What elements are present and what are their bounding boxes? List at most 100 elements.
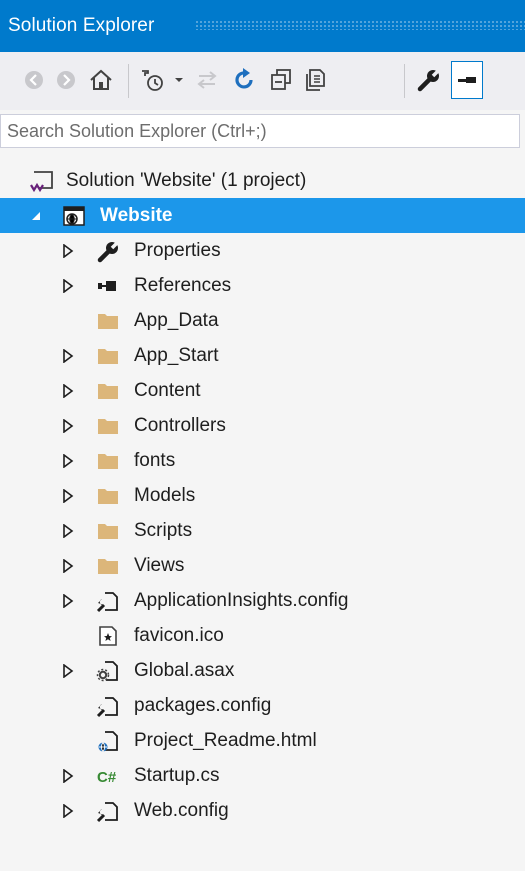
tree-item[interactable]: Project_Readme.html [0,723,525,758]
collapsed-arrow-icon[interactable] [62,349,74,363]
html-file-icon [98,731,118,752]
tree-item-label: Views [134,555,185,576]
tree-item[interactable]: C# Startup.cs [0,758,525,793]
wrench-icon [97,240,120,263]
tree-item-label: Startup.cs [134,765,220,786]
wrench-icon [417,68,441,92]
tree-item-label: Global.asax [134,660,235,681]
preview-selected-items-button[interactable] [451,61,483,99]
toolbar [0,52,525,110]
collapsed-arrow-icon[interactable] [62,769,74,783]
folder-icon [98,419,118,434]
chevron-down-icon [175,78,183,82]
tree-item-label: Controllers [134,415,226,436]
csharp-file-icon: C# [97,769,117,786]
folder-icon [98,489,118,504]
expanded-arrow-icon[interactable] [30,210,42,222]
tree-item[interactable]: packages.config [0,688,525,723]
tree-item-label: ApplicationInsights.config [134,590,349,611]
search-input[interactable] [1,115,519,147]
collapsed-arrow-icon[interactable] [62,419,74,433]
tree-item-label: Content [134,380,201,401]
tree-item-label: Properties [134,240,221,261]
global-asax-icon [96,661,118,682]
sync-with-active-document-button[interactable] [190,60,224,100]
tree-item-label: App_Data [134,310,219,331]
project-node-website[interactable]: Website [0,198,525,233]
collapsed-arrow-icon[interactable] [62,489,74,503]
collapse-all-button[interactable] [264,60,298,100]
tree-item-label: Scripts [134,520,193,541]
tree-item[interactable]: favicon.ico [0,618,525,653]
clock-filter-icon [142,70,163,91]
config-file-icon [96,802,118,823]
tree-item[interactable]: Models [0,478,525,513]
pending-changes-filter-button[interactable] [136,60,170,100]
circle-forward-icon [57,71,75,89]
search-box [0,114,520,148]
folder-icon [98,314,118,329]
toolbar-separator [404,64,405,98]
collapsed-arrow-icon[interactable] [62,804,74,818]
back-button[interactable] [20,60,48,100]
collapsed-arrow-icon[interactable] [62,454,74,468]
tree-item[interactable]: Content [0,373,525,408]
web-project-icon [63,206,85,226]
config-file-icon [96,697,118,718]
collapsed-arrow-icon[interactable] [62,279,74,293]
collapsed-arrow-icon[interactable] [62,524,74,538]
collapse-all-icon [271,69,291,90]
tree-item-label: packages.config [134,695,272,716]
refresh-button[interactable] [228,60,262,100]
references-icon [98,281,116,291]
solution-label: Solution 'Website' (1 project) [66,170,307,191]
collapsed-arrow-icon[interactable] [62,244,74,258]
tree-item-label: References [134,275,232,296]
preview-icon [458,77,476,83]
tree-item[interactable]: fonts [0,443,525,478]
tree-item-label: App_Start [134,345,219,366]
solution-node[interactable]: Solution 'Website' (1 project) [0,163,525,198]
tree-item[interactable]: Web.config [0,793,525,828]
tree-item-label: fonts [134,450,176,471]
collapsed-arrow-icon[interactable] [62,664,74,678]
tree-item[interactable]: Scripts [0,513,525,548]
svg-text:C#: C# [97,769,117,786]
refresh-icon [235,68,253,89]
tree-item[interactable]: Properties [0,233,525,268]
solution-icon [30,171,53,193]
project-label: Website [100,205,173,226]
icon-file-icon [99,626,117,646]
tree-item[interactable]: ApplicationInsights.config [0,583,525,618]
tree-item[interactable]: App_Start [0,338,525,373]
show-all-files-icon [306,69,325,91]
circle-back-icon [25,71,43,89]
tree-item[interactable]: Controllers [0,408,525,443]
config-file-icon [96,592,118,613]
forward-button[interactable] [52,60,80,100]
home-icon [90,69,112,90]
title-bar: Solution Explorer [0,0,525,52]
folder-icon [98,524,118,539]
collapsed-arrow-icon[interactable] [62,384,74,398]
tree-item[interactable]: Global.asax [0,653,525,688]
tree-item[interactable]: App_Data [0,303,525,338]
folder-icon [98,559,118,574]
title-bar-grip[interactable] [195,20,525,30]
folder-icon [98,384,118,399]
tree-item-label: favicon.ico [134,625,224,646]
folder-icon [98,454,118,469]
show-all-files-button[interactable] [300,60,334,100]
pending-changes-dropdown[interactable] [172,60,186,100]
collapsed-arrow-icon[interactable] [62,594,74,608]
home-button[interactable] [84,60,118,100]
sync-icon [197,71,217,89]
properties-button[interactable] [412,60,446,100]
tree-item[interactable]: Views [0,548,525,583]
tree-item[interactable]: References [0,268,525,303]
tree-item-label: Models [134,485,196,506]
tree-item-label: Project_Readme.html [134,730,317,751]
tree-item-label: Web.config [134,800,229,821]
folder-icon [98,349,118,364]
collapsed-arrow-icon[interactable] [62,559,74,573]
